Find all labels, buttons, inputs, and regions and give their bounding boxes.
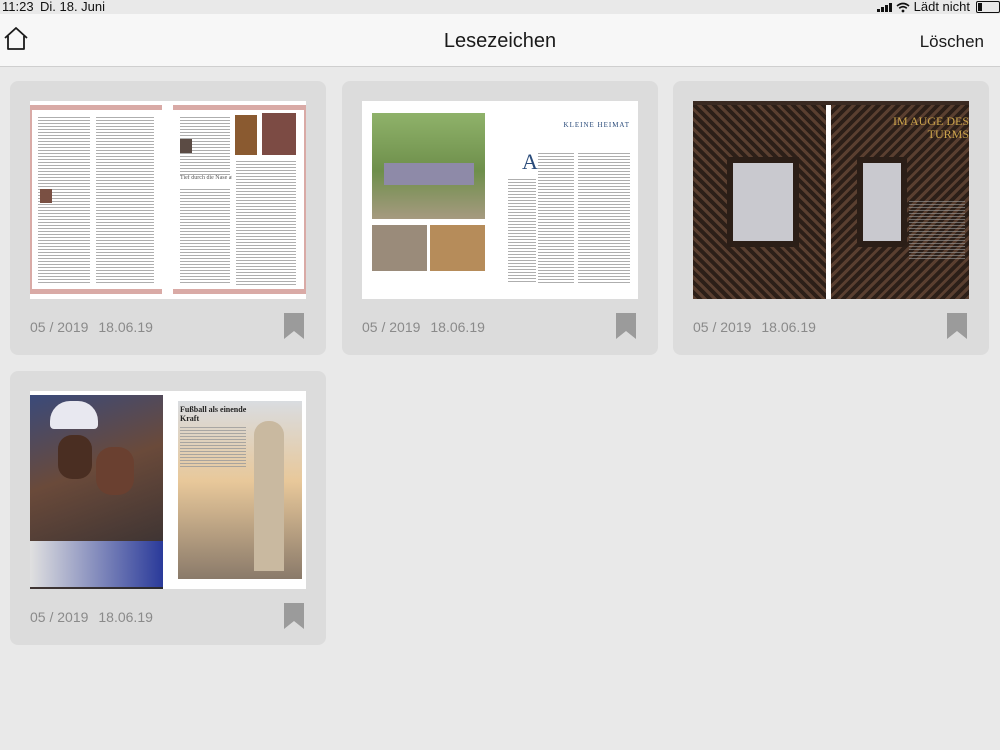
thumbnail-headline: KLEINE HEIMAT: [563, 121, 630, 129]
signal-icon: [876, 2, 892, 12]
status-time: 11:23: [2, 0, 34, 14]
bookmark-icon[interactable]: [947, 313, 967, 339]
bookmark-card[interactable]: IM AUGE DES TURMS 05 / 2019 18.06.19: [673, 81, 989, 355]
bookmark-date: 18.06.19: [761, 319, 816, 335]
bookmark-icon[interactable]: [284, 313, 304, 339]
issue-number: 05 / 2019: [362, 319, 421, 335]
bookmark-date: 18.06.19: [98, 609, 153, 625]
bookmark-card[interactable]: Tief durch die Nase atmen 05 / 2019 18.06…: [10, 81, 326, 355]
page-title: Lesezeichen: [443, 30, 557, 52]
bookmark-date: 18.06.19: [98, 319, 153, 335]
thumbnail-headline: Tief durch die Nase atmen: [180, 175, 232, 187]
thumbnail-headline: IM AUGE DES TURMS: [892, 114, 969, 141]
issue-number: 05 / 2019: [30, 319, 89, 335]
issue-number: 05 / 2019: [30, 609, 89, 625]
page-thumbnail[interactable]: IM AUGE DES TURMS: [693, 101, 969, 299]
status-right: Lädt nicht: [876, 0, 1000, 14]
bookmark-icon[interactable]: [284, 603, 304, 629]
bookmark-meta: 05 / 2019 18.06.19: [30, 319, 153, 335]
wifi-icon: [896, 2, 910, 12]
issue-number: 05 / 2019: [693, 319, 752, 335]
bookmark-card[interactable]: KLEINE HEIMAT A 05 / 2019 18.06.19: [342, 81, 658, 355]
page-thumbnail[interactable]: Tief durch die Nase atmen: [30, 101, 306, 299]
status-bar: 11:23 Di. 18. Juni Lädt nicht: [0, 0, 1000, 14]
navigation-bar: Lesezeichen Löschen: [0, 14, 1000, 67]
thumbnail-headline: Fußball als einende Kraft: [180, 405, 247, 423]
page-thumbnail[interactable]: KLEINE HEIMAT A: [362, 101, 638, 299]
page-thumbnail[interactable]: Fußball als einende Kraft: [30, 391, 306, 589]
bookmark-meta: 05 / 2019 18.06.19: [30, 609, 153, 625]
bookmark-icon[interactable]: [616, 313, 636, 339]
bookmark-meta: 05 / 2019 18.06.19: [362, 319, 485, 335]
delete-button[interactable]: Löschen: [920, 32, 984, 52]
bookmark-meta: 05 / 2019 18.06.19: [693, 319, 816, 335]
bookmark-date: 18.06.19: [430, 319, 485, 335]
charging-status: Lädt nicht: [913, 0, 970, 14]
bookmark-card[interactable]: Fußball als einende Kraft 05 / 2019 18.06…: [10, 371, 326, 645]
status-date: Di. 18. Juni: [40, 0, 106, 14]
battery-icon: [976, 1, 1000, 13]
